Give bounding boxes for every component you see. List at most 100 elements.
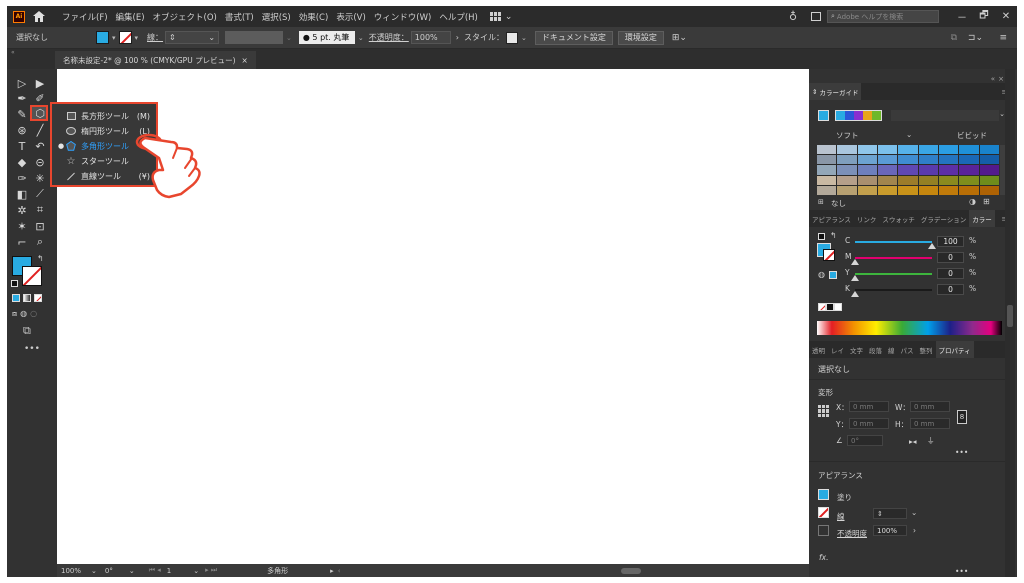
tab-swatches[interactable]: スウォッチ	[879, 210, 918, 227]
channel-slider-thumb[interactable]	[928, 243, 936, 249]
color-grid-cell[interactable]	[959, 145, 979, 155]
draw-normal-icon[interactable]: ⧈	[12, 309, 17, 319]
color-grid-cell[interactable]	[877, 185, 898, 196]
color-grid-cell[interactable]	[877, 175, 898, 185]
tab-stroke[interactable]: 線	[885, 341, 898, 358]
artboard-number[interactable]: 1	[167, 567, 171, 575]
channel-slider-thumb[interactable]	[851, 291, 859, 297]
color-mode-icon[interactable]	[12, 294, 20, 302]
screen-mode-icon[interactable]: ⧉	[23, 324, 31, 338]
color-grid-cell[interactable]	[877, 145, 898, 155]
constrain-proportions-icon[interactable]: 8	[957, 410, 967, 424]
tab-layers[interactable]: レイ	[828, 341, 847, 358]
chevron-down-icon[interactable]: ⌄	[358, 34, 364, 42]
out-of-gamut-icon[interactable]: ◍	[818, 270, 825, 279]
chevron-right-icon[interactable]: ›	[456, 33, 459, 42]
color-grid-cell[interactable]	[877, 165, 898, 175]
h-field[interactable]: 0 mm	[910, 418, 950, 429]
minimize-button[interactable]: －	[951, 9, 973, 24]
channel-slider-track[interactable]	[855, 273, 932, 275]
draw-behind-icon[interactable]: ◍	[20, 309, 27, 319]
panel-stroke-indicator[interactable]	[823, 249, 835, 261]
tab-align[interactable]: 整列	[917, 341, 936, 358]
menu-edit[interactable]: 編集(E)	[112, 11, 149, 23]
color-grid-cell[interactable]	[959, 165, 979, 175]
angle-field[interactable]: 0°	[847, 435, 883, 446]
slice-tool-icon[interactable]: ⟋	[33, 187, 47, 201]
color-grid-cell[interactable]	[898, 165, 918, 175]
color-grid-cell[interactable]	[979, 175, 999, 185]
appearance-stroke-weight[interactable]: ⇕	[873, 508, 907, 519]
opacity-field[interactable]: 100%	[410, 31, 451, 44]
more-transform-icon[interactable]: •••	[955, 448, 968, 457]
menu-effect[interactable]: 効果(C)	[295, 11, 333, 23]
panel-scrollbar[interactable]	[1005, 69, 1015, 577]
pen-tool-icon[interactable]: ✒	[15, 91, 29, 105]
menu-file[interactable]: ファイル(F)	[58, 11, 112, 23]
default-colors-icon[interactable]	[11, 280, 18, 287]
chevron-down-icon[interactable]: ⌄	[193, 567, 199, 575]
tab-paragraph[interactable]: 段落	[866, 341, 885, 358]
channel-slider-thumb[interactable]	[851, 275, 859, 281]
color-grid-cell[interactable]	[898, 155, 918, 165]
base-color-swatch[interactable]	[818, 110, 829, 121]
chevron-down-icon[interactable]: ⌄	[911, 508, 917, 517]
tab-properties[interactable]: プロパティ	[935, 341, 974, 358]
channel-slider-track[interactable]	[855, 241, 932, 243]
appearance-opacity-icon[interactable]	[818, 525, 829, 536]
color-grid-cell[interactable]	[857, 165, 877, 175]
appearance-stroke-swatch[interactable]	[818, 507, 829, 518]
color-grid-cell[interactable]	[817, 155, 837, 165]
chevron-down-icon[interactable]: ▾	[135, 34, 139, 42]
none-mode-icon[interactable]	[34, 294, 42, 302]
appearance-opacity-field[interactable]: 100%	[873, 525, 907, 536]
scroll-left-icon[interactable]: ‹	[338, 567, 341, 575]
polygon-tool-icon[interactable]: ⬡	[33, 106, 47, 120]
menu-object[interactable]: オブジェクト(O)	[149, 11, 221, 23]
brush-definition[interactable]: ● 5 pt. 丸筆	[298, 31, 355, 44]
appearance-fill-swatch[interactable]	[818, 489, 829, 500]
rotation-angle[interactable]: 0°	[105, 567, 113, 575]
appearance-stroke-label[interactable]: 線	[837, 511, 845, 522]
channel-slider-track[interactable]	[855, 289, 932, 291]
x-field[interactable]: 0 mm	[849, 401, 889, 412]
crop-tool-icon[interactable]: ⌐	[15, 235, 29, 249]
menu-view[interactable]: 表示(V)	[332, 11, 369, 23]
stroke-swatch[interactable]	[118, 31, 132, 44]
tab-color[interactable]: カラー	[969, 210, 995, 227]
more-appearance-icon[interactable]: •••	[955, 567, 968, 576]
harmony-dropdown[interactable]	[891, 110, 999, 121]
color-grid-cell[interactable]	[817, 165, 837, 175]
status-menu-icon[interactable]: ▸	[330, 567, 334, 575]
menu-type[interactable]: 書式(T)	[221, 11, 258, 23]
channel-slider-track[interactable]	[855, 257, 932, 259]
home-icon[interactable]	[32, 10, 46, 24]
menu-window[interactable]: ウィンドウ(W)	[370, 11, 436, 23]
fill-bucket-icon[interactable]: ◆	[15, 155, 29, 169]
transform-icon[interactable]: ⊐⌄	[968, 33, 983, 43]
color-grid-cell[interactable]	[817, 175, 837, 185]
gradient-mode-icon[interactable]	[23, 294, 31, 302]
color-grid-cell[interactable]	[837, 155, 857, 165]
tab-appearance[interactable]: アピアランス	[809, 210, 854, 227]
pencil-tool-icon[interactable]: ✎	[15, 107, 29, 121]
color-grid-cell[interactable]	[938, 155, 959, 165]
color-grid-cell[interactable]	[918, 175, 938, 185]
color-grid-cell[interactable]	[857, 145, 877, 155]
color-grid-cell[interactable]	[877, 155, 898, 165]
white-swatch[interactable]	[834, 303, 842, 311]
collapse-arrows-icon[interactable]: «	[11, 49, 15, 56]
color-grid-cell[interactable]	[918, 185, 938, 196]
selection-tool-icon[interactable]: ▷	[15, 76, 29, 90]
chevron-right-icon[interactable]: ›	[913, 526, 916, 535]
blend-tool-icon[interactable]: ✳	[33, 171, 47, 185]
fill-swatch[interactable]	[96, 31, 109, 44]
color-grid-cell[interactable]	[857, 185, 877, 196]
undo-rotate-icon[interactable]: ↶	[33, 139, 47, 153]
color-grid-cell[interactable]	[918, 155, 938, 165]
help-search-input[interactable]: ⌕ Adobe ヘルプを検索	[827, 10, 939, 23]
document-tab[interactable]: 名称未設定-2* @ 100 % (CMYK/GPU プレビュー) ×	[55, 51, 256, 69]
fx-label[interactable]: fx.	[819, 553, 828, 562]
color-grid-cell[interactable]	[938, 185, 959, 196]
draw-inside-icon[interactable]: ○	[30, 309, 37, 319]
